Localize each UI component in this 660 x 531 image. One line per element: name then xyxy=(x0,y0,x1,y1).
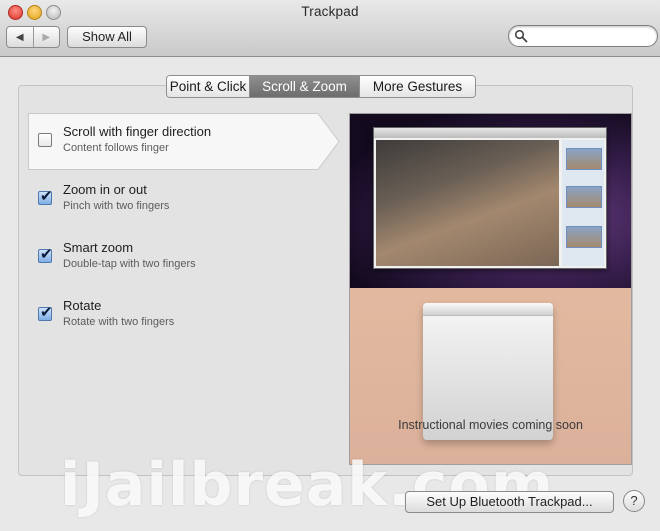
tab-point-and-click[interactable]: Point & Click xyxy=(167,76,249,97)
option-subtitle: Pinch with two fingers xyxy=(63,200,170,212)
preview-window-titlebar xyxy=(374,128,606,138)
forward-button[interactable]: ▶ xyxy=(32,27,60,47)
gesture-preview: Instructional movies coming soon xyxy=(349,113,632,465)
preview-thumbnail xyxy=(566,186,602,208)
option-rotate[interactable]: ✔ Rotate Rotate with two fingers xyxy=(28,287,340,345)
option-scroll-direction[interactable]: Scroll with finger direction Content fol… xyxy=(28,113,340,171)
smart-zoom-checkbox[interactable]: ✔ xyxy=(38,245,53,263)
preview-app-window xyxy=(373,127,607,269)
option-title: Scroll with finger direction xyxy=(63,124,212,139)
preview-thumbnail xyxy=(566,148,602,170)
option-zoom-in-out[interactable]: ✔ Zoom in or out Pinch with two fingers xyxy=(28,171,340,229)
tab-more-gestures[interactable]: More Gestures xyxy=(359,76,475,97)
navigation-segmented-control: ◀ ▶ xyxy=(6,26,60,48)
search-field[interactable] xyxy=(508,25,658,47)
title-bar: Trackpad ◀ ▶ Show All xyxy=(0,0,660,57)
preview-thumbnail xyxy=(566,226,602,248)
option-title: Rotate xyxy=(63,298,102,313)
preview-caption: Instructional movies coming soon xyxy=(398,418,583,432)
tab-scroll-and-zoom[interactable]: Scroll & Zoom xyxy=(249,76,359,97)
back-arrow-icon: ◀ xyxy=(15,31,24,43)
checkmark-icon: ✔ xyxy=(40,245,53,263)
show-all-button[interactable]: Show All xyxy=(67,26,147,48)
help-button[interactable]: ? xyxy=(623,490,645,512)
option-title: Zoom in or out xyxy=(63,182,147,197)
setup-bluetooth-trackpad-button[interactable]: Set Up Bluetooth Trackpad... xyxy=(405,491,614,513)
preview-sidebar xyxy=(562,140,604,266)
back-button[interactable]: ◀ xyxy=(7,27,33,47)
option-subtitle: Double-tap with two fingers xyxy=(63,258,196,270)
search-input[interactable] xyxy=(531,28,653,45)
option-title: Smart zoom xyxy=(63,240,134,255)
checkmark-icon: ✔ xyxy=(40,187,53,205)
tab-bar: Point & Click Scroll & Zoom More Gesture… xyxy=(166,75,476,98)
gesture-options-list: Scroll with finger direction Content fol… xyxy=(28,113,340,345)
preview-screen-image xyxy=(350,114,631,288)
option-subtitle: Content follows finger xyxy=(63,142,169,154)
checkmark-icon: ✔ xyxy=(40,303,53,321)
scroll-direction-checkbox[interactable] xyxy=(38,133,52,147)
preview-trackpad-area: Instructional movies coming soon xyxy=(350,288,631,464)
preview-photo xyxy=(376,140,559,266)
option-smart-zoom[interactable]: ✔ Smart zoom Double-tap with two fingers xyxy=(28,229,340,287)
search-icon xyxy=(514,29,528,43)
zoom-in-out-checkbox[interactable]: ✔ xyxy=(38,187,53,205)
forward-arrow-icon: ▶ xyxy=(42,31,51,43)
option-subtitle: Rotate with two fingers xyxy=(63,316,175,328)
rotate-checkbox[interactable]: ✔ xyxy=(38,303,53,321)
window-title: Trackpad xyxy=(301,4,359,19)
trackpad-edge xyxy=(423,303,553,316)
